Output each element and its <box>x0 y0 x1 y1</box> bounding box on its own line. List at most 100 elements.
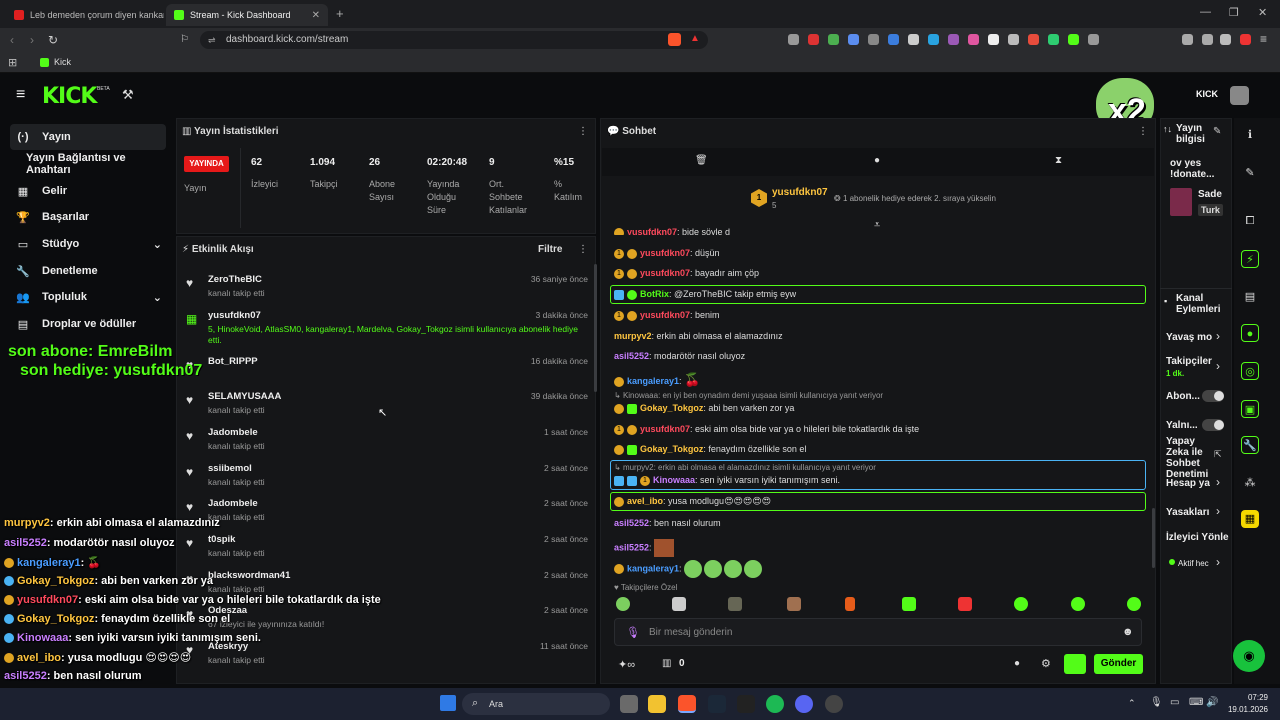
volume-icon[interactable]: 🔊 <box>1206 697 1218 708</box>
chevron-right-icon[interactable]: › <box>1216 504 1220 518</box>
activity-scrollbar[interactable] <box>594 264 597 392</box>
network-icon[interactable]: ⌨ <box>1189 697 1203 708</box>
sidebar-item-gelir[interactable]: ▦ Gelir <box>10 178 166 204</box>
emote[interactable] <box>787 597 801 611</box>
extension-icon[interactable] <box>788 34 799 45</box>
chat-settings-icon[interactable]: ● <box>1014 658 1020 669</box>
layout-icon[interactable]: ▣ <box>1241 400 1259 418</box>
extension-icon[interactable] <box>888 34 899 45</box>
bans-label[interactable]: Yasakları <box>1166 507 1209 518</box>
extension-icon[interactable] <box>1028 34 1039 45</box>
sidebar-item-topluluk[interactable]: 👥 Topluluk ⌄ <box>10 284 166 310</box>
event-user[interactable]: ssiibemol <box>208 463 252 474</box>
chat-user[interactable]: asil5252 <box>614 351 649 361</box>
chat-user[interactable]: avel_ibo <box>627 496 663 506</box>
sidebar-item-studyo[interactable]: ▭ Stüdyo ⌄ <box>10 231 166 257</box>
viewer-redirect-label[interactable]: İzleyici Yönle <box>1166 532 1229 543</box>
more-icon[interactable]: ⋮ <box>578 126 588 137</box>
chat-user[interactable]: Gokay_Tokgoz <box>640 444 703 454</box>
extension-icon[interactable] <box>808 34 819 45</box>
chat-scrollbar[interactable] <box>1152 508 1155 568</box>
event-user[interactable]: SELAMYUSAAA <box>208 391 281 402</box>
subs-only-toggle[interactable] <box>1202 390 1224 402</box>
sidebar-item-basarilar[interactable]: 🏆 Başarılar <box>10 204 166 230</box>
broadcast-icon[interactable]: ◎ <box>1241 362 1259 380</box>
discord-icon[interactable] <box>795 695 813 713</box>
emote-only-toggle[interactable] <box>1202 419 1224 431</box>
brave-taskbar-icon[interactable] <box>678 695 696 713</box>
back-icon[interactable]: ‹ <box>10 33 14 47</box>
extension-icon[interactable] <box>1220 34 1231 45</box>
extension-icon[interactable] <box>1202 34 1213 45</box>
screenshot-icon[interactable]: ⧠ <box>1241 212 1259 230</box>
clock-time[interactable]: 07:29 <box>1236 693 1268 702</box>
edit-icon[interactable]: ✎ <box>1213 126 1221 137</box>
event-user[interactable]: blackswordman41 <box>208 570 290 581</box>
event-user[interactable]: t0spik <box>208 534 235 545</box>
extension-icon[interactable] <box>908 34 919 45</box>
filter-button[interactable]: Filtre <box>538 244 562 255</box>
epic-games-icon[interactable] <box>737 695 755 713</box>
task-view-icon[interactable] <box>620 695 638 713</box>
chat-user[interactable]: asil5252 <box>614 542 649 552</box>
bookmark-icon[interactable]: ⚐ <box>180 34 189 45</box>
sidebar-item-yayin[interactable]: (·) Yayın <box>10 124 166 150</box>
sidebar-toggle-icon[interactable] <box>1182 34 1193 45</box>
profile-icon[interactable] <box>1240 34 1251 45</box>
emote[interactable] <box>1014 597 1028 611</box>
chevron-right-icon[interactable]: › <box>1216 359 1220 373</box>
info-icon[interactable]: ℹ <box>1241 126 1259 144</box>
windows-start-icon[interactable] <box>440 695 456 711</box>
chat-icon[interactable]: ● <box>1241 324 1259 342</box>
chat-user[interactable]: yusufdkn07 <box>627 227 677 235</box>
support-icon[interactable]: ◉ <box>1233 640 1265 672</box>
event-user[interactable]: Bot_RIPPP <box>208 356 258 367</box>
reply-context[interactable]: ↳ murpyv2: erkin abi olmasa el alamazdın… <box>614 463 876 472</box>
chevron-right-icon[interactable]: › <box>1216 555 1220 569</box>
event-user[interactable]: yusufdkn07 <box>208 310 261 321</box>
emote[interactable] <box>672 597 686 611</box>
more-icon[interactable]: ⋮ <box>578 244 588 255</box>
user-avatar[interactable] <box>1230 86 1249 105</box>
extension-icon[interactable] <box>968 34 979 45</box>
chevron-right-icon[interactable]: › <box>1216 475 1220 489</box>
brave-shield-icon[interactable] <box>668 33 681 46</box>
gift-cta[interactable]: ❂ 1 abonelik hediye ederek 2. sıraya yük… <box>834 194 996 203</box>
external-link-icon[interactable]: ⇱ <box>1214 449 1222 460</box>
emote[interactable] <box>845 597 855 611</box>
emote[interactable] <box>616 597 630 611</box>
site-info-icon[interactable]: ⇌ <box>208 35 216 46</box>
chat-user[interactable]: kangaleray1 <box>627 376 679 386</box>
chat-user[interactable]: kangaleray1 <box>627 563 679 573</box>
maximize-icon[interactable]: ❐ <box>1229 6 1239 19</box>
points-icon[interactable]: ✦∞ <box>618 658 635 671</box>
brave-rewards-icon[interactable]: ▲ <box>690 33 700 44</box>
display-icon[interactable]: ▭ <box>1170 697 1179 708</box>
apps-icon[interactable]: ⊞ <box>8 56 17 69</box>
reply-context[interactable]: ↳ Kinowaaa: en iyi ben oynadım demi yuşa… <box>614 391 883 400</box>
gear-icon[interactable]: ⚙ <box>1041 657 1051 670</box>
extension-icon[interactable] <box>828 34 839 45</box>
chat-user[interactable]: BotRix <box>640 289 669 299</box>
extensions-puzzle-icon[interactable] <box>1088 34 1099 45</box>
extension-icon[interactable] <box>1008 34 1019 45</box>
hourglass-icon[interactable]: ⧗ <box>1055 155 1062 166</box>
kick-cash-icon[interactable] <box>1064 654 1086 674</box>
category-thumbnail[interactable] <box>1170 188 1192 216</box>
event-user[interactable]: Jadombele <box>208 427 258 438</box>
send-button[interactable]: Gönder <box>1094 654 1143 674</box>
collapse-icon[interactable]: ⩡ <box>874 219 880 232</box>
forward-icon[interactable]: › <box>30 33 34 47</box>
sidebar-item-stream-key[interactable]: Yayın Bağlantısı ve Anahtarı <box>10 151 166 177</box>
share-icon[interactable]: ⁂ <box>1241 474 1259 492</box>
spotify-icon[interactable] <box>766 695 784 713</box>
kick-app-icon[interactable]: KICK <box>1196 89 1218 99</box>
chat-user[interactable]: murpyv2 <box>614 331 652 341</box>
browser-tab-active[interactable]: Stream - Kick Dashboard ✕ <box>166 4 328 26</box>
emote[interactable] <box>958 597 972 611</box>
extension-icon[interactable] <box>948 34 959 45</box>
microphone-icon[interactable]: 🎙 <box>1150 697 1163 708</box>
ai-moderation-label[interactable]: Yapay Zeka ile Sohbet Denetimi <box>1166 436 1208 480</box>
extension-icon[interactable] <box>1068 34 1079 45</box>
steam-icon[interactable] <box>708 695 726 713</box>
